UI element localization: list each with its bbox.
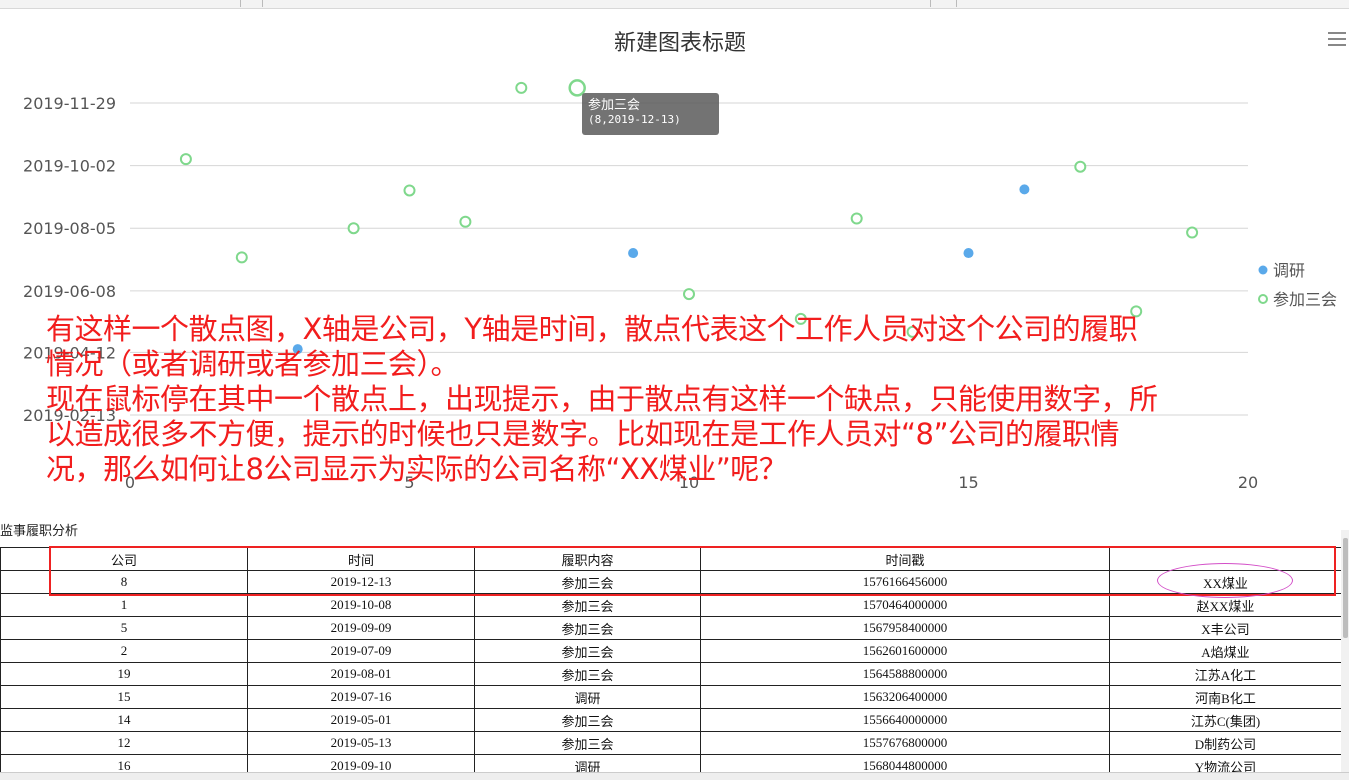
table-cell: 1557676800000 (700, 731, 1110, 755)
toolbar-divider (240, 0, 241, 7)
table-cell: 江苏C(集团) (1109, 708, 1341, 732)
table-cell: 参加三会 (474, 662, 701, 686)
table-cell: 1556640000000 (700, 708, 1110, 732)
scatter-point (1186, 226, 1199, 239)
table-cell: 2019-08-01 (247, 662, 475, 686)
table-row[interactable]: 19 2019-08-01 参加三会 1564588800000 江苏A化工 (0, 662, 1341, 686)
highlight-box (49, 546, 1336, 596)
table-row[interactable]: 2 2019-07-09 参加三会 1562601600000 A焰煤业 (0, 639, 1341, 663)
scatter-point (459, 215, 472, 228)
toolbar-divider (262, 0, 263, 7)
chart-tooltip: 参加三会 (8,2019-12-13) (582, 93, 719, 135)
highlight-ellipse (1157, 563, 1293, 598)
chart-menu-icon[interactable] (1326, 28, 1348, 50)
overlay-line: 有这样一个散点图，X轴是公司，Y轴是时间，散点代表这个工作人员对这个公司的履职 (46, 312, 1138, 346)
table-cell: 调研 (474, 685, 701, 709)
table-row[interactable]: 1 2019-10-08 参加三会 1570464000000 赵XX煤业 (0, 593, 1341, 617)
y-tick-label: 2019-11-29 (23, 94, 116, 113)
table-cell: 1567958400000 (700, 616, 1110, 640)
table-cell: 2019-05-01 (247, 708, 475, 732)
scatter-point (515, 81, 528, 94)
table-cell: 2019-07-09 (247, 639, 475, 663)
table-row[interactable]: 12 2019-05-13 参加三会 1557676800000 D制药公司 (0, 731, 1341, 755)
table-cell: 1563206400000 (700, 685, 1110, 709)
table-row[interactable]: 15 2019-07-16 调研 1563206400000 河南B化工 (0, 685, 1341, 709)
table-cell: 14 (0, 708, 248, 732)
table-cell: 2019-10-08 (247, 593, 475, 617)
toolbar-divider (930, 0, 931, 7)
legend-marker (1258, 294, 1268, 304)
table-cell: 2019-09-09 (247, 616, 475, 640)
table-cell: D制药公司 (1109, 731, 1341, 755)
table-row[interactable]: 5 2019-09-09 参加三会 1567958400000 X丰公司 (0, 616, 1341, 640)
table-cell: 江苏A化工 (1109, 662, 1341, 686)
table-cell: 1564588800000 (700, 662, 1110, 686)
y-tick-label: 2019-06-08 (23, 282, 116, 301)
table-cell: 12 (0, 731, 248, 755)
scatter-point (963, 248, 974, 259)
tooltip-value: (8,2019-12-13) (588, 113, 681, 126)
chart-title: 新建图表标题 (614, 31, 746, 56)
table-cell: 参加三会 (474, 708, 701, 732)
overlay-line: 现在鼠标停在其中一个散点上，出现提示，由于散点有这样一个缺点，只能使用数字，所 (46, 382, 1158, 416)
overlay-line: 以造成很多不方便，提示的时候也只是数字。比如现在是工作人员对“8”公司的履职情 (46, 417, 1120, 451)
scatter-point (179, 153, 192, 166)
table-cell: 15 (0, 685, 248, 709)
table-cell: 参加三会 (474, 731, 701, 755)
scatter-point (347, 222, 360, 235)
tooltip-series: 参加三会 (588, 98, 641, 113)
scrollbar-thumb[interactable] (1343, 538, 1348, 638)
table-cell: 河南B化工 (1109, 685, 1341, 709)
table-cell: 2 (0, 639, 248, 663)
scatter-point (235, 251, 248, 264)
scatter-point (683, 288, 695, 301)
scatter-point (403, 184, 416, 197)
legend-marker (1258, 265, 1268, 275)
table-cell: 2019-05-13 (247, 731, 475, 755)
table-cell: 参加三会 (474, 616, 701, 640)
overlay-line: 况，那么如何让8公司显示为实际的公司名称“XX煤业”呢？ (46, 452, 788, 486)
scatter-point (850, 212, 863, 225)
table-cell: 1570464000000 (700, 593, 1110, 617)
table-cell: 5 (0, 616, 248, 640)
scatter-point (1019, 184, 1030, 195)
section-title: 监事履职分析 (0, 524, 79, 539)
toolbar-divider (956, 0, 957, 7)
table-cell: X丰公司 (1109, 616, 1341, 640)
y-tick-label: 2019-10-02 (23, 157, 116, 176)
scatter-point (1074, 160, 1087, 173)
table-cell: 1562601600000 (700, 639, 1110, 663)
table-row[interactable]: 14 2019-05-01 参加三会 1556640000000 江苏C(集团) (0, 708, 1341, 732)
table-cell: A焰煤业 (1109, 639, 1341, 663)
y-tick-label: 2019-08-05 (23, 219, 116, 238)
scatter-point (628, 248, 639, 259)
table-cell: 19 (0, 662, 248, 686)
legend-label: 参加三会 (1273, 290, 1337, 309)
table-cell: 参加三会 (474, 639, 701, 663)
legend-label: 调研 (1273, 261, 1305, 280)
overlay-line: 情况（或者调研或者参加三会）。 (46, 347, 460, 381)
table-cell: 1 (0, 593, 248, 617)
table-cell: 2019-07-16 (247, 685, 475, 709)
question-overlay-text: 有这样一个散点图，X轴是公司，Y轴是时间，散点代表这个工作人员对这个公司的履职 … (46, 312, 1346, 487)
table-cell: 参加三会 (474, 593, 701, 617)
